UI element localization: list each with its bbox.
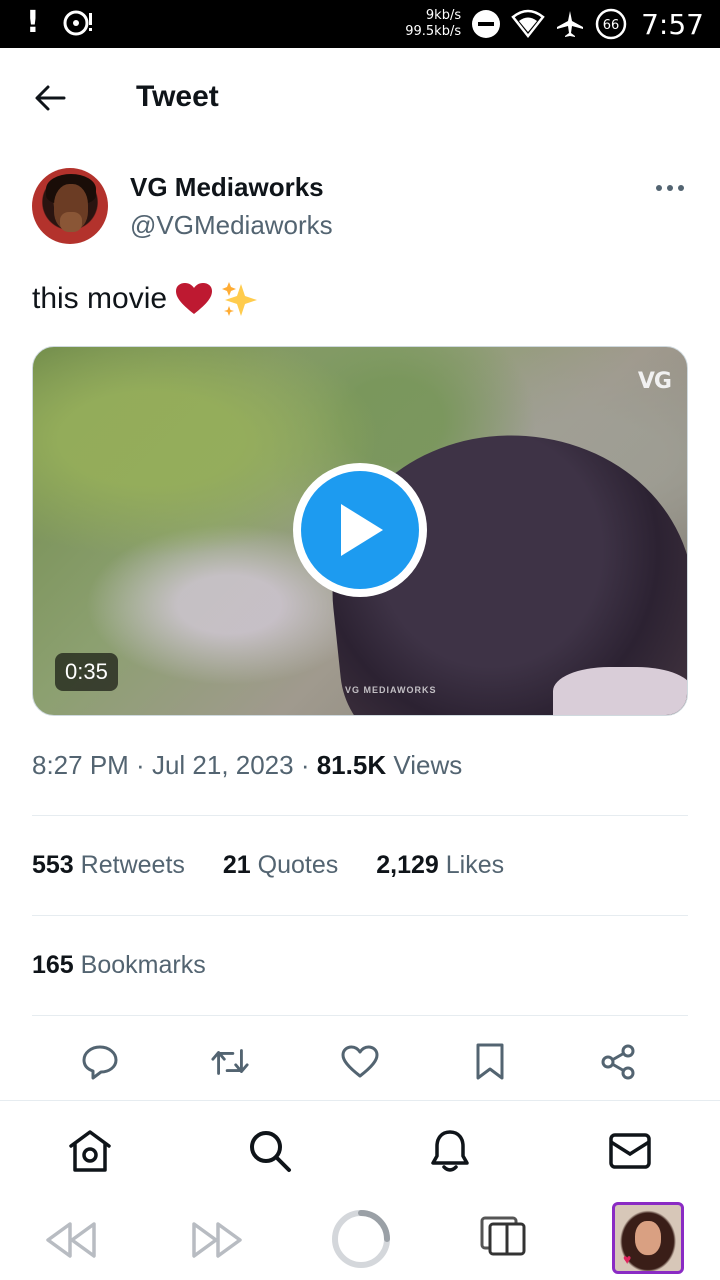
bookmark-button[interactable] — [470, 1042, 510, 1082]
bookmark-icon — [476, 1043, 504, 1080]
status-bar: ! 9kb/s 99.5kb/s 66 7:57 — [0, 0, 720, 48]
rewind-icon — [46, 1222, 96, 1258]
clock: 7:57 — [641, 7, 704, 41]
tweet-header: Tweet — [0, 48, 720, 146]
bottom-nav — [0, 1100, 720, 1200]
tweet-meta: 8:27 PM · Jul 21, 2023 · 81.5K Views — [32, 750, 463, 780]
divider — [32, 815, 688, 816]
battery-icon: 66 — [595, 8, 627, 40]
do-not-disturb-icon — [471, 9, 501, 39]
more-icon — [656, 185, 684, 191]
play-icon — [341, 504, 383, 556]
likes-stat[interactable]: 2,129 Likes — [376, 851, 504, 880]
reply-button[interactable] — [80, 1042, 120, 1082]
fast-forward-icon — [192, 1222, 242, 1258]
tweet-actions — [0, 1036, 720, 1086]
tweet-time: 8:27 PM — [32, 750, 129, 780]
more-options-button[interactable] — [652, 176, 688, 200]
heart-emoji-icon — [176, 283, 213, 314]
share-button[interactable] — [598, 1042, 638, 1082]
tweet-text: this movie — [32, 280, 259, 318]
views-label: Views — [393, 750, 463, 780]
divider — [32, 1015, 688, 1016]
fast-forward-button[interactable] — [190, 1220, 244, 1260]
nav-messages[interactable] — [606, 1127, 654, 1175]
video-watermark: VG MEDIAWORKS — [345, 685, 437, 695]
author-handle[interactable]: @VGMediaworks — [130, 210, 333, 241]
loading-button[interactable] — [330, 1208, 392, 1270]
loading-icon — [332, 1210, 390, 1268]
alert-icon: ! — [26, 5, 40, 40]
retweet-icon — [211, 1049, 249, 1075]
divider — [32, 915, 688, 916]
video-duration: 0:35 — [55, 653, 118, 691]
share-icon — [601, 1044, 635, 1080]
quotes-stat[interactable]: 21 Quotes — [223, 851, 338, 880]
tab-thumbnail[interactable]: ♥ — [612, 1202, 684, 1274]
retweet-button[interactable] — [210, 1042, 250, 1082]
tabs-button[interactable] — [478, 1214, 528, 1256]
play-button[interactable] — [293, 463, 427, 597]
tabs-icon — [480, 1216, 526, 1256]
video-player[interactable]: VG VG MEDIAWORKS 0:35 — [32, 346, 688, 716]
views-count: 81.5K — [316, 750, 387, 780]
reply-icon — [82, 1045, 118, 1080]
video-logo: VG — [637, 369, 672, 394]
page-title: Tweet — [136, 80, 219, 113]
disc-icon — [62, 9, 94, 37]
bookmarks-stat[interactable]: 165 Bookmarks — [32, 951, 206, 980]
sparkles-emoji-icon — [222, 282, 258, 316]
search-icon — [250, 1131, 291, 1172]
rewind-button[interactable] — [44, 1220, 98, 1260]
nav-search[interactable] — [246, 1127, 294, 1175]
messages-icon — [609, 1133, 651, 1169]
tweet-date: Jul 21, 2023 — [151, 750, 294, 780]
avatar[interactable] — [32, 168, 108, 244]
svg-text:66: 66 — [603, 18, 620, 33]
nav-home[interactable] — [66, 1127, 114, 1175]
back-arrow-icon — [35, 85, 66, 111]
like-button[interactable] — [340, 1042, 380, 1082]
notifications-icon — [431, 1130, 469, 1172]
like-icon — [341, 1045, 379, 1078]
network-speed: 9kb/s 99.5kb/s — [405, 8, 462, 39]
home-icon — [69, 1130, 111, 1172]
airplane-icon — [555, 9, 585, 39]
wifi-icon — [511, 9, 545, 39]
nav-notifications[interactable] — [426, 1127, 474, 1175]
tweet-body: this movie — [32, 282, 168, 315]
back-button[interactable] — [30, 78, 70, 118]
retweets-stat[interactable]: 553 Retweets — [32, 851, 185, 880]
tweet-stats: 553 Retweets 21 Quotes 2,129 Likes — [32, 851, 542, 880]
author-name[interactable]: VG Mediaworks — [130, 172, 324, 203]
